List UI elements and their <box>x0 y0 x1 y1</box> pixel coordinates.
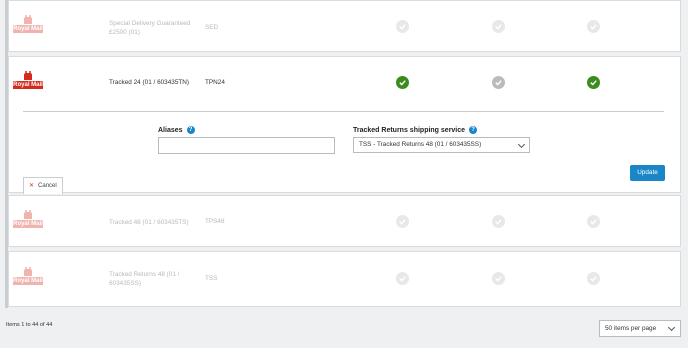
table-row-expanded[interactable]: Royal Mail Tracked 24 (01 / 603435TN) TP… <box>8 56 681 194</box>
check-icon <box>396 20 409 33</box>
help-icon[interactable]: ? <box>186 126 195 134</box>
service-name: Tracked 24 (01 / 603435TN) <box>109 79 190 86</box>
check-icon <box>587 76 600 89</box>
service-list: Royal Mail Special Delivery Guaranteed £… <box>0 0 688 348</box>
close-icon: ✕ <box>29 183 35 189</box>
service-code: SED <box>205 24 219 31</box>
table-row[interactable]: Royal Mail Tracked Returns 48 (01 / 6034… <box>8 251 681 307</box>
check-icon <box>492 215 505 228</box>
chevron-down-icon <box>517 140 526 149</box>
page-size-select[interactable]: 50 items per page <box>599 320 681 337</box>
check-icon <box>396 76 409 89</box>
check-icon <box>492 20 505 33</box>
table-row[interactable]: Royal Mail Tracked 48 (01 / 603435TS) TP… <box>8 195 681 247</box>
service-code: TSS <box>205 275 218 282</box>
service-code: TPN24 <box>205 79 225 86</box>
table-row[interactable]: Royal Mail Special Delivery Guaranteed £… <box>8 0 681 52</box>
update-button[interactable]: Update <box>630 165 665 181</box>
royal-mail-logo: Royal Mail <box>13 267 43 291</box>
divider <box>23 111 664 112</box>
help-icon[interactable]: ? <box>469 126 478 134</box>
service-name: Tracked Returns 48 (01 / 603435SS) <box>109 271 180 287</box>
check-icon <box>396 215 409 228</box>
check-icon <box>587 215 600 228</box>
check-icon <box>492 272 505 285</box>
royal-mail-logo: Royal Mail <box>13 15 43 39</box>
service-name: Tracked 48 (01 / 603435TS) <box>109 219 189 226</box>
returns-service-value: TSS - Tracked Returns 48 (01 / 603435SS) <box>359 141 482 148</box>
service-code: TPS48 <box>205 218 225 225</box>
check-icon <box>587 20 600 33</box>
check-icon <box>587 272 600 285</box>
aliases-input[interactable] <box>158 137 335 154</box>
chevron-down-icon <box>667 323 676 332</box>
royal-mail-logo: Royal Mail <box>13 71 43 95</box>
service-name: Special Delivery Guaranteed £2500 (01) <box>109 20 191 36</box>
returns-service-label: Tracked Returns shipping service ? <box>353 126 478 134</box>
cancel-button[interactable]: ✕ Cancel <box>23 177 63 194</box>
check-icon <box>396 272 409 285</box>
returns-service-select[interactable]: TSS - Tracked Returns 48 (01 / 603435SS) <box>353 137 530 153</box>
aliases-label: Aliases ? <box>158 126 195 134</box>
pagination-summary: Items 1 to 44 of 44 <box>6 322 53 328</box>
page-size-value: 50 items per page <box>605 325 657 332</box>
check-icon <box>492 76 505 89</box>
royal-mail-logo: Royal Mail <box>13 210 43 234</box>
